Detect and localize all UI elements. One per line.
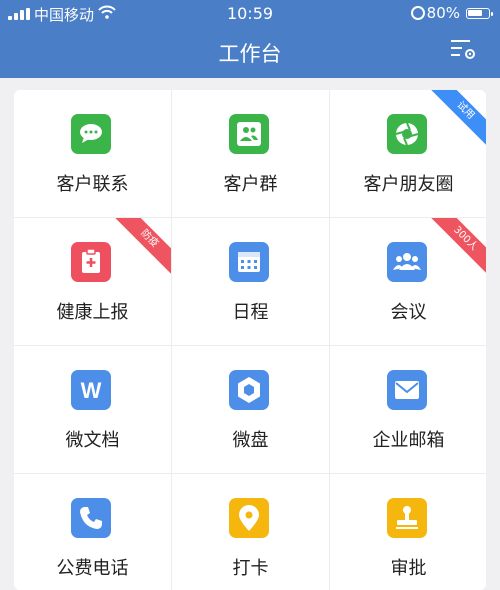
app-label: 客户联系: [56, 174, 129, 195]
calendar-icon: [229, 242, 269, 282]
top-bar: 中国移动 10:59 80% 工作台: [0, 0, 500, 78]
document-w-icon: W: [71, 370, 111, 410]
app-tile[interactable]: 客户群: [172, 90, 329, 218]
app-tile[interactable]: 企业邮箱: [330, 346, 486, 474]
chat-bubble-icon: [71, 114, 111, 154]
app-tile[interactable]: 会议 300人: [330, 218, 486, 346]
aperture-icon: [387, 114, 427, 154]
app-tile[interactable]: 公费电话: [14, 474, 171, 590]
page-title: 工作台: [218, 42, 282, 66]
status-bar: 中国移动 10:59 80%: [0, 0, 500, 26]
svg-text:W: W: [81, 378, 102, 403]
corner-ribbon-badge: 试用: [424, 90, 486, 152]
status-time: 10:59: [226, 4, 274, 23]
app-label: 微盘: [232, 430, 269, 451]
app-tile[interactable]: 健康上报 防疫: [14, 218, 171, 346]
app-label: 公费电话: [56, 558, 129, 579]
app-label: 企业邮箱: [372, 430, 445, 451]
app-tile[interactable]: 客户联系: [14, 90, 171, 218]
corner-ribbon-badge: 300人: [424, 218, 486, 280]
location-pin-icon: [229, 498, 269, 538]
app-tile[interactable]: 打卡: [172, 474, 329, 590]
settings-list-icon[interactable]: [448, 36, 478, 64]
corner-ribbon-badge: 防疫: [108, 218, 171, 280]
app-label: 日程: [232, 302, 269, 323]
app-tile[interactable]: 审批: [330, 474, 486, 590]
mail-icon: [387, 370, 427, 410]
health-report-icon: [71, 242, 111, 282]
app-tile[interactable]: 日程: [172, 218, 329, 346]
rotation-lock-icon: [411, 6, 425, 20]
cloud-drive-icon: [229, 370, 269, 410]
customer-group-icon: [229, 114, 269, 154]
app-label: 客户群: [223, 174, 278, 195]
battery-icon: [466, 8, 493, 19]
app-label: 打卡: [232, 558, 269, 579]
meeting-icon: [387, 242, 427, 282]
app-grid: 客户联系 客户群 客户朋友圈 试用健康上报 防疫日程 会议 300人 W 微文档 微盘 企业邮箱公费…: [14, 90, 486, 590]
app-tile[interactable]: 微盘: [172, 346, 329, 474]
stamp-icon: [387, 498, 427, 538]
app-tile[interactable]: W 微文档: [14, 346, 171, 474]
battery-percent: 80%: [426, 4, 460, 22]
app-label: 健康上报: [56, 302, 129, 323]
app-tile[interactable]: 客户朋友圈 试用: [330, 90, 486, 218]
app-label: 审批: [390, 558, 427, 579]
app-label: 客户朋友圈: [363, 174, 454, 195]
phone-icon: [71, 498, 111, 538]
app-label: 微文档: [65, 430, 120, 451]
app-label: 会议: [390, 302, 427, 323]
